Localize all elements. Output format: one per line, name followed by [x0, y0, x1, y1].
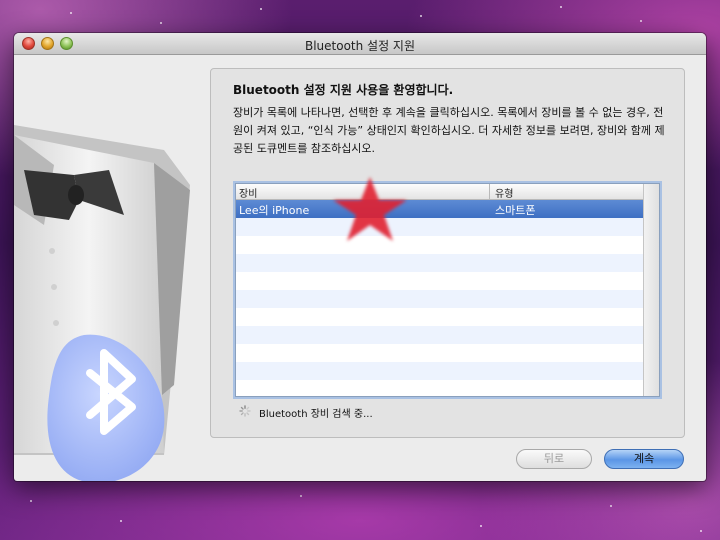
- welcome-heading: Bluetooth 설정 지원 사용을 환영합니다.: [233, 83, 454, 97]
- tuxedo-bluetooth-illustration: [14, 125, 190, 481]
- spinner-icon: [239, 405, 251, 417]
- column-header-type[interactable]: 유형: [495, 185, 513, 200]
- setup-panel: Bluetooth 설정 지원 사용을 환영합니다. 장비가 목록에 나타나면,…: [210, 68, 685, 438]
- continue-button[interactable]: 계속: [604, 449, 684, 469]
- table-header: 장비 유형: [236, 184, 643, 200]
- instructions-text: 장비가 목록에 나타나면, 선택한 후 계속을 클릭하십시오. 목록에서 장비를…: [233, 106, 665, 155]
- table-row-empty: [236, 326, 643, 344]
- table-row-empty: [236, 272, 643, 290]
- table-row-empty: [236, 218, 643, 236]
- back-button[interactable]: 뒤로: [516, 449, 592, 469]
- table-row-empty: [236, 344, 643, 362]
- device-name-cell: Lee의 iPhone: [239, 204, 310, 217]
- search-status-text: Bluetooth 장비 검색 중...: [259, 409, 373, 420]
- table-row-empty: [236, 236, 643, 254]
- bluetooth-setup-window: Bluetooth 설정 지원 Bluetooth 설정 지원 사용을 환영합니…: [14, 33, 706, 481]
- table-row-empty: [236, 362, 643, 380]
- table-row-empty: [236, 254, 643, 272]
- window-content: Bluetooth 설정 지원 사용을 환영합니다. 장비가 목록에 나타나면,…: [14, 55, 706, 481]
- table-row-empty: [236, 308, 643, 326]
- table-body: Lee의 iPhone 스마트폰: [236, 200, 643, 396]
- column-divider: [489, 184, 490, 200]
- star-icon: [333, 177, 407, 241]
- table-row-selected[interactable]: Lee의 iPhone 스마트폰: [236, 200, 643, 218]
- window-title: Bluetooth 설정 지원: [304, 39, 416, 53]
- device-type-cell: 스마트폰: [495, 204, 536, 217]
- device-list-table[interactable]: 장비 유형 Lee의 iPhone 스마트폰: [235, 183, 660, 397]
- table-row-empty: [236, 380, 643, 396]
- table-row-empty: [236, 290, 643, 308]
- column-header-device[interactable]: 장비: [239, 185, 257, 200]
- vertical-scrollbar[interactable]: [643, 184, 659, 396]
- title-bar: Bluetooth 설정 지원: [14, 33, 706, 55]
